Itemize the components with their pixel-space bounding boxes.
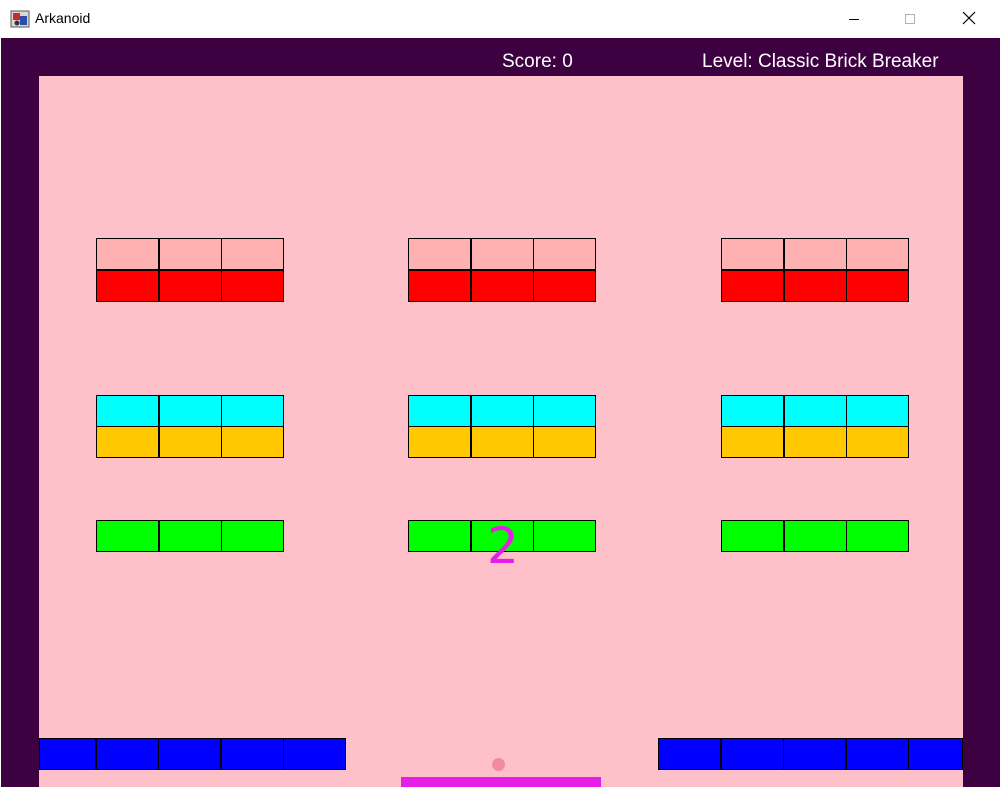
- title-bar[interactable]: Arkanoid: [0, 0, 1001, 38]
- brick: [721, 426, 784, 458]
- minimize-button[interactable]: [831, 0, 877, 38]
- close-icon: [962, 10, 976, 29]
- brick: [721, 738, 784, 770]
- brick: [846, 238, 909, 270]
- window-title: Arkanoid: [35, 10, 91, 26]
- brick: [908, 738, 963, 770]
- brick: [533, 270, 596, 302]
- maximize-button[interactable]: [887, 0, 933, 38]
- brick: [846, 395, 909, 427]
- arkanoid-app-icon: [10, 9, 30, 29]
- minimize-icon: [848, 10, 860, 29]
- brick: [221, 738, 284, 770]
- brick: [96, 738, 159, 770]
- brick: [470, 238, 534, 270]
- brick: [783, 395, 847, 427]
- brick: [846, 426, 909, 458]
- brick: [658, 738, 721, 770]
- brick: [221, 520, 284, 552]
- brick: [533, 395, 596, 427]
- brick: [221, 238, 284, 270]
- ball: [492, 758, 505, 771]
- brick: [158, 426, 222, 458]
- brick: [158, 238, 222, 270]
- brick: [221, 395, 284, 427]
- brick: [470, 270, 534, 302]
- score-label: Score: 0: [502, 51, 573, 72]
- brick: [721, 238, 784, 270]
- countdown-number: 2: [487, 517, 519, 575]
- brick: [470, 395, 534, 427]
- brick: [470, 426, 534, 458]
- brick: [721, 270, 784, 302]
- brick: [846, 270, 909, 302]
- brick: [783, 520, 847, 552]
- maximize-icon: [904, 10, 916, 29]
- brick: [783, 270, 847, 302]
- brick: [283, 738, 346, 770]
- brick: [408, 520, 471, 552]
- brick: [533, 238, 596, 270]
- brick: [721, 520, 784, 552]
- brick: [408, 395, 471, 427]
- brick: [96, 238, 159, 270]
- brick: [408, 270, 471, 302]
- brick: [96, 520, 159, 552]
- brick: [221, 270, 284, 302]
- brick: [158, 738, 221, 770]
- paddle[interactable]: [401, 777, 601, 787]
- game-window: Arkanoid Score: 0 Level: Classic Brick B…: [0, 0, 1001, 787]
- brick: [221, 426, 284, 458]
- brick: [783, 738, 846, 770]
- brick: [158, 520, 222, 552]
- game-area: Score: 0 Level: Classic Brick Breaker 2: [1, 38, 1000, 787]
- brick: [846, 738, 909, 770]
- brick: [408, 238, 471, 270]
- brick: [783, 426, 847, 458]
- brick: [39, 738, 96, 770]
- brick: [96, 426, 159, 458]
- brick: [721, 395, 784, 427]
- brick: [158, 395, 222, 427]
- brick: [846, 520, 909, 552]
- brick: [158, 270, 222, 302]
- brick: [96, 395, 159, 427]
- brick: [96, 270, 159, 302]
- close-button[interactable]: [946, 0, 992, 38]
- brick: [783, 238, 847, 270]
- brick: [533, 520, 596, 552]
- brick: [408, 426, 471, 458]
- playfield[interactable]: 2: [39, 76, 963, 787]
- brick: [533, 426, 596, 458]
- level-label: Level: Classic Brick Breaker: [702, 51, 939, 72]
